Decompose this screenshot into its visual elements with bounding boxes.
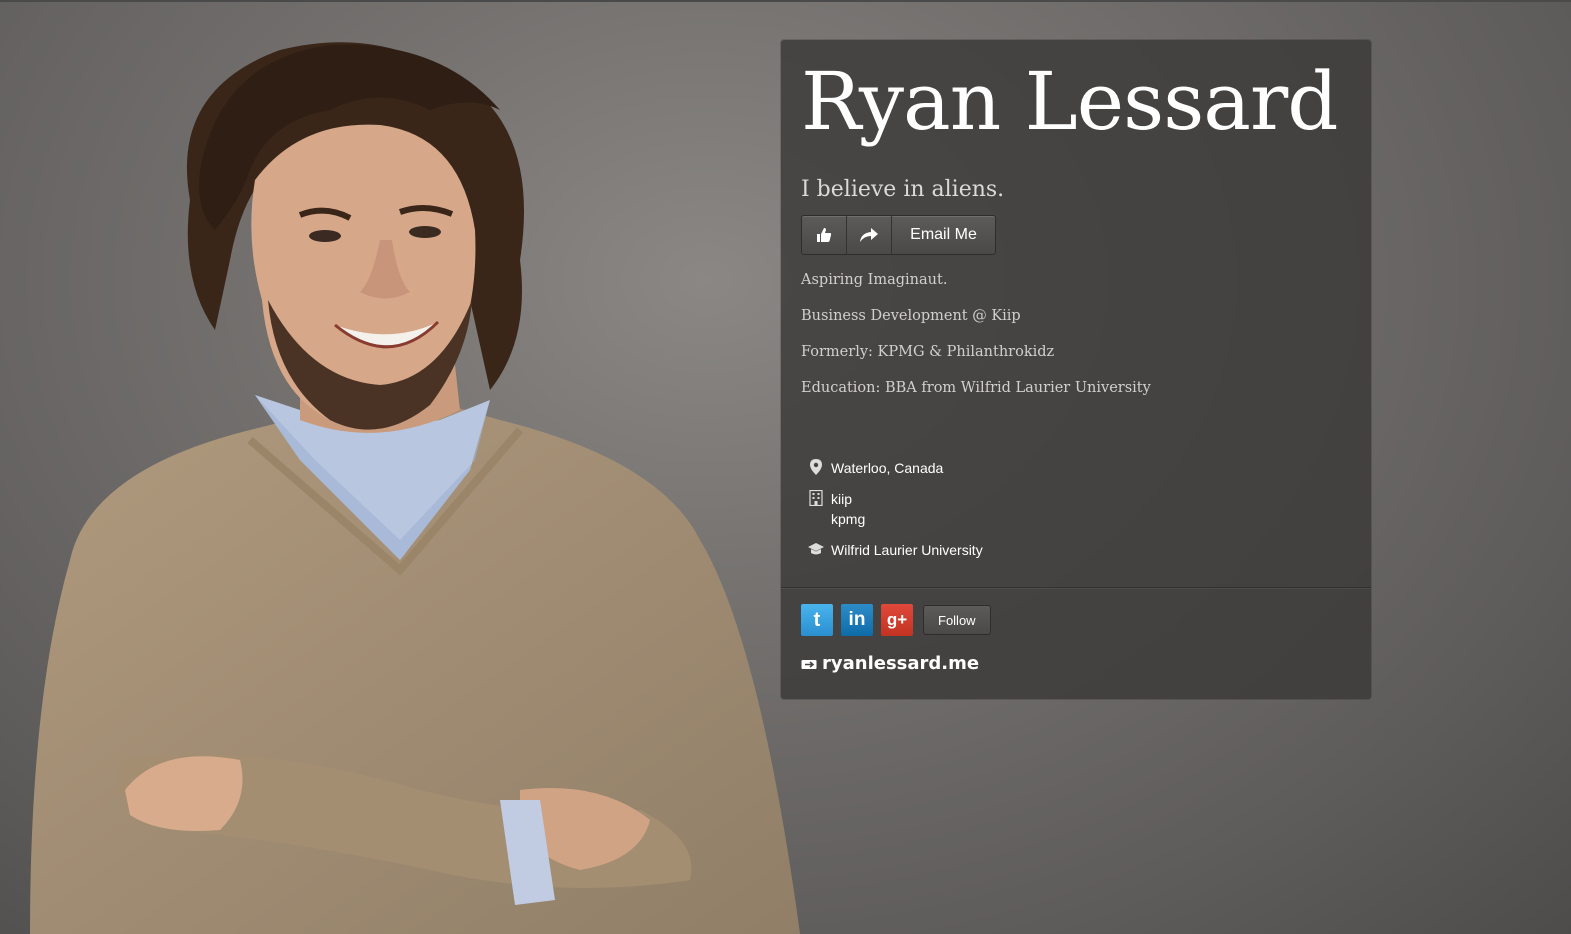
fact-education: Wilfrid Laurier University (807, 540, 983, 560)
bio-line: Education: BBA from Wilfrid Laurier Univ… (801, 380, 1151, 396)
social-links: t in g+ Follow (801, 604, 991, 636)
bio-line: Formerly: KPMG & Philanthrokidz (801, 344, 1055, 360)
share-arrow-icon (860, 228, 878, 242)
profile-facts: Waterloo, Canada kiip kpmg Wilfrid Lauri… (807, 458, 983, 571)
work-item: kiip (831, 491, 853, 507)
thumbs-up-icon (817, 228, 832, 242)
profile-page: Ryan Lessard I believe in aliens. Email … (0, 0, 1571, 934)
fact-work: kiip kpmg (807, 489, 983, 529)
email-me-button[interactable]: Email Me (892, 216, 995, 254)
profile-headline: I believe in aliens. (801, 177, 1005, 202)
google-plus-icon[interactable]: g+ (881, 604, 913, 636)
fact-location: Waterloo, Canada (807, 458, 983, 478)
share-button[interactable] (847, 216, 892, 254)
bio-line: Business Development @ Kiip (801, 308, 1021, 324)
profile-background-photo (30, 42, 800, 934)
education-text: Wilfrid Laurier University (831, 542, 983, 558)
profile-name: Ryan Lessard (801, 55, 1338, 148)
card-divider (781, 587, 1371, 588)
location-pin-icon (807, 458, 825, 476)
twitter-icon[interactable]: t (801, 604, 833, 636)
graduation-cap-icon (807, 540, 825, 558)
building-icon (807, 489, 825, 507)
action-button-group: Email Me (801, 215, 996, 255)
profile-bio: Aspiring Imaginaut. Business Development… (801, 271, 1151, 415)
profile-card: Ryan Lessard I believe in aliens. Email … (781, 40, 1371, 699)
bio-line: Aspiring Imaginaut. (801, 272, 948, 288)
website-label: ryanlessard.me (822, 653, 980, 674)
linkedin-icon[interactable]: in (841, 604, 873, 636)
link-icon (801, 658, 817, 670)
location-text: Waterloo, Canada (831, 460, 944, 476)
follow-button[interactable]: Follow (923, 605, 991, 635)
website-link[interactable]: ryanlessard.me (801, 653, 979, 674)
work-item: kpmg (831, 511, 866, 527)
like-button[interactable] (802, 216, 847, 254)
